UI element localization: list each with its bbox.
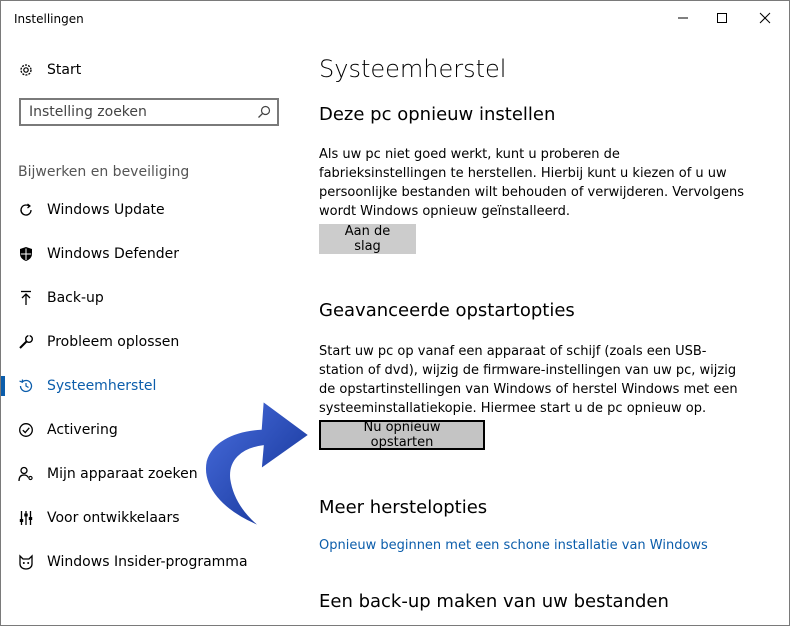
window-title: Instellingen: [14, 12, 84, 26]
person-pin-icon: [18, 466, 34, 482]
wrench-icon: [18, 334, 34, 350]
settings-window: Instellingen Start Bijwerken en beveilig…: [0, 0, 790, 626]
search-icon: [258, 105, 271, 118]
advanced-startup-heading: Geavanceerde opstartopties: [319, 300, 575, 321]
sidebar-item-windows-update[interactable]: Windows Update: [1, 190, 301, 230]
sidebar-item-probleem-oplossen[interactable]: Probleem oplossen: [1, 322, 301, 362]
checkmark-circle-icon: [18, 422, 34, 438]
insider-cat-icon: [18, 554, 34, 570]
close-icon: [759, 12, 771, 24]
sidebar-item-label: Systeemherstel: [47, 378, 157, 394]
sidebar: Start Bijwerken en beveiliging Windows U…: [1, 35, 301, 625]
minimize-icon: [678, 17, 688, 19]
refresh-icon: [18, 202, 34, 218]
reset-heading: Deze pc opnieuw instellen: [319, 104, 556, 125]
sidebar-item-label: Mijn apparaat zoeken: [47, 466, 198, 482]
search-box[interactable]: [19, 98, 279, 126]
get-started-button[interactable]: Aan de slag: [319, 224, 416, 254]
upload-arrow-icon: [18, 290, 34, 306]
sidebar-item-label: Windows Insider-programma: [47, 554, 248, 570]
maximize-icon: [717, 13, 727, 23]
history-icon: [18, 378, 34, 394]
sidebar-item-label: Windows Update: [47, 202, 165, 218]
sidebar-item-label: Back-up: [47, 290, 104, 306]
advanced-startup-description: Start uw pc op vanaf een apparaat of sch…: [319, 344, 738, 416]
maximize-button[interactable]: [699, 1, 745, 35]
active-indicator: [1, 376, 5, 396]
backup-heading: Een back-up maken van uw bestanden: [319, 591, 669, 612]
shield-icon: [18, 246, 34, 262]
reset-description: Als uw pc niet goed werkt, kunt u prober…: [319, 147, 744, 219]
sidebar-item-label: Activering: [47, 422, 118, 438]
close-button[interactable]: [742, 1, 788, 35]
sliders-icon: [18, 510, 34, 526]
sidebar-item-label: Start: [47, 62, 82, 78]
search-input[interactable]: [29, 102, 249, 122]
sidebar-item-windows-defender[interactable]: Windows Defender: [1, 234, 301, 274]
sidebar-item-label: Voor ontwikkelaars: [47, 510, 180, 526]
gear-icon: [18, 62, 34, 78]
sidebar-item-start[interactable]: Start: [1, 50, 301, 90]
clean-install-link[interactable]: Opnieuw beginnen met een schone installa…: [319, 538, 708, 553]
section-label: Bijwerken en beveiliging: [18, 164, 190, 180]
page-title: Systeemherstel: [319, 55, 507, 83]
sidebar-item-label: Windows Defender: [47, 246, 180, 262]
sidebar-item-windows-insider-programma[interactable]: Windows Insider-programma: [1, 542, 301, 582]
title-bar: Instellingen: [1, 1, 789, 35]
more-options-heading: Meer herstelopties: [319, 497, 488, 518]
sidebar-item-back-up[interactable]: Back-up: [1, 278, 301, 318]
curved-arrow-annotation: [204, 399, 311, 528]
restart-now-button[interactable]: Nu opnieuw opstarten: [319, 420, 485, 450]
sidebar-item-label: Probleem oplossen: [47, 334, 180, 350]
